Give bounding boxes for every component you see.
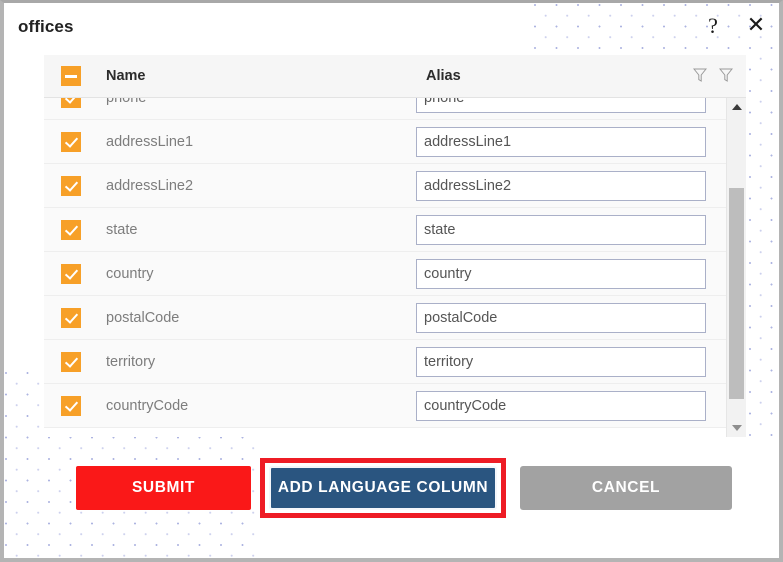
table-row: state [44, 208, 726, 252]
row-checkbox[interactable] [61, 176, 81, 196]
column-header-name[interactable]: Name [44, 55, 416, 97]
filter-funnel-icon-alias[interactable] [719, 68, 733, 83]
scroll-down-arrow-icon[interactable] [727, 419, 746, 437]
alias-input[interactable] [416, 259, 706, 289]
row-name-label: country [106, 266, 154, 282]
row-checkbox[interactable] [61, 132, 81, 152]
table-row: phone [44, 98, 726, 120]
dialog-button-bar: SUBMIT ADD LANGUAGE COLUMN CANCEL [4, 458, 779, 528]
add-language-column-button[interactable]: ADD LANGUAGE COLUMN [269, 466, 497, 510]
grid-vertical-scrollbar[interactable] [726, 98, 746, 437]
scrollbar-thumb[interactable] [729, 188, 744, 399]
row-checkbox[interactable] [61, 308, 81, 328]
table-row: countryCode [44, 384, 726, 428]
help-icon[interactable]: ? [700, 13, 726, 39]
page-title: offices [18, 17, 74, 36]
grid-rows: phone addressLine1 addressLine2 state countr… [44, 98, 726, 428]
alias-input[interactable] [416, 347, 706, 377]
row-checkbox[interactable] [61, 352, 81, 372]
row-checkbox[interactable] [61, 98, 81, 108]
table-row: postalCode [44, 296, 726, 340]
alias-input[interactable] [416, 98, 706, 113]
row-name-label: territory [106, 354, 156, 370]
table-row: addressLine1 [44, 120, 726, 164]
row-name-label: state [106, 222, 138, 238]
alias-input[interactable] [416, 127, 706, 157]
grid-body: phone addressLine1 addressLine2 state countr… [44, 98, 746, 437]
alias-input[interactable] [416, 391, 706, 421]
row-name-label: addressLine2 [106, 178, 194, 194]
offices-dialog: offices ? ✕ Name Alias phone phone addre… [4, 3, 779, 558]
scroll-up-arrow-icon[interactable] [727, 98, 746, 116]
grid-header-row: Name Alias [44, 55, 746, 98]
row-checkbox[interactable] [61, 264, 81, 284]
column-header-name-label: Name [106, 68, 146, 84]
column-header-alias-label: Alias [426, 68, 461, 84]
alias-input[interactable] [416, 303, 706, 333]
column-header-alias[interactable]: Alias [416, 55, 746, 97]
alias-input[interactable] [416, 215, 706, 245]
screen: offices ? ✕ Name Alias phone phone addre… [0, 0, 783, 562]
fields-grid: Name Alias phone addressLine1 addressLine2… [44, 55, 746, 437]
close-icon[interactable]: ✕ [743, 13, 769, 39]
row-name-label: phone [106, 98, 147, 106]
table-row: territory [44, 340, 726, 384]
cancel-button[interactable]: CANCEL [520, 466, 732, 510]
row-name-label: postalCode [106, 310, 180, 326]
table-row: addressLine2 [44, 164, 726, 208]
row-name-label: countryCode [106, 398, 189, 414]
alias-input[interactable] [416, 171, 706, 201]
row-name-label: addressLine1 [106, 134, 194, 150]
table-row: country [44, 252, 726, 296]
row-checkbox[interactable] [61, 220, 81, 240]
dialog-header: offices ? ✕ [4, 3, 779, 49]
submit-button[interactable]: SUBMIT [76, 466, 251, 510]
row-checkbox[interactable] [61, 396, 81, 416]
